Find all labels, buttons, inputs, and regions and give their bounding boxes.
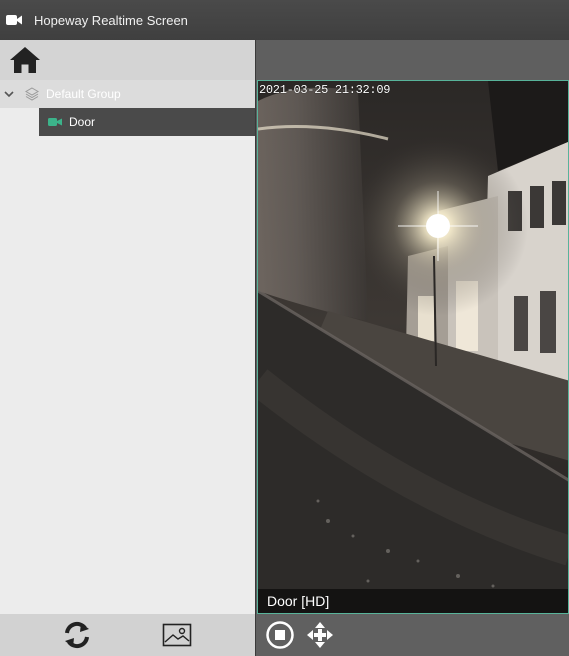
home-button[interactable] xyxy=(7,42,43,78)
app-window: Hopeway Realtime Screen Default Group Do… xyxy=(0,0,569,656)
tree-group-default[interactable]: Default Group xyxy=(0,80,255,108)
camera-icon xyxy=(47,116,63,128)
stop-circle-icon xyxy=(266,621,294,649)
panel-divider[interactable] xyxy=(255,40,256,656)
refresh-icon xyxy=(65,621,89,649)
snapshot-button[interactable] xyxy=(160,618,194,652)
home-icon xyxy=(10,47,40,73)
player-header xyxy=(255,40,569,80)
camera-feed-image xyxy=(258,81,568,613)
stop-button[interactable] xyxy=(265,620,295,650)
home-bar xyxy=(0,40,255,80)
tree-item-label: Door xyxy=(69,115,96,129)
device-sidebar: Default Group Door xyxy=(0,40,255,614)
move-arrows-icon xyxy=(307,622,333,648)
video-camera-icon xyxy=(5,12,23,28)
refresh-button[interactable] xyxy=(60,618,94,652)
tree-group-label: Default Group xyxy=(46,87,121,101)
tree-item-door[interactable]: Door xyxy=(39,108,255,136)
chevron-down-icon[interactable] xyxy=(0,80,18,108)
title-bar: Hopeway Realtime Screen xyxy=(0,0,569,40)
video-caption: Door [HD] xyxy=(258,589,568,613)
video-player[interactable]: 2021-03-25 21:32:09 Door [HD] xyxy=(257,80,569,614)
image-frame-icon xyxy=(162,623,192,647)
sidebar-toolbar xyxy=(0,614,255,656)
video-timestamp: 2021-03-25 21:32:09 xyxy=(259,83,391,97)
layers-icon xyxy=(24,86,40,102)
ptz-move-button[interactable] xyxy=(305,620,335,650)
player-toolbar xyxy=(256,614,569,656)
window-title: Hopeway Realtime Screen xyxy=(34,12,188,28)
